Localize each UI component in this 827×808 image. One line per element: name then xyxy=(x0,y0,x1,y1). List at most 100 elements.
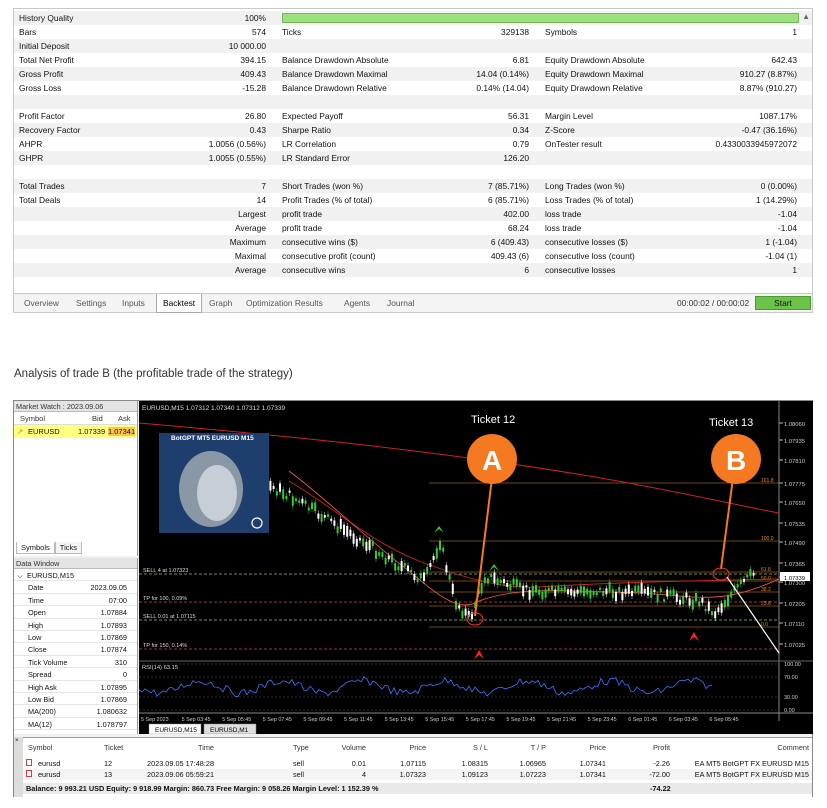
trade-col-header[interactable]: T / P xyxy=(531,743,546,752)
ticket-a-label: Ticket 12 xyxy=(471,414,515,426)
candle xyxy=(695,593,697,602)
report-label: consecutive wins xyxy=(282,265,346,275)
close-icon[interactable]: × xyxy=(15,738,19,744)
report-label: Total Deals xyxy=(19,195,61,205)
candle xyxy=(269,480,272,491)
time-label: 5 Sep 2023 xyxy=(141,717,169,723)
marker-a-text: A xyxy=(482,445,502,476)
candle xyxy=(349,529,352,537)
data-window-row: Time 07:00 xyxy=(14,594,137,607)
rsi-line xyxy=(139,676,713,698)
report-row: Recovery Factor 0.43 Sharpe Ratio 0.34 Z-Sco… xyxy=(14,123,812,137)
price-label: 1.07810 xyxy=(784,459,805,465)
chart-tab[interactable]: EURUSD,M15 xyxy=(155,727,197,734)
candle xyxy=(282,489,285,500)
trade-cell: EA MT5 BotGPT FX EURUSD M15 xyxy=(694,759,809,768)
data-window-label: Time xyxy=(28,595,44,605)
trade-cell: 2023.09.06 05:59:21 xyxy=(147,770,214,779)
tab-symbols[interactable]: Symbols xyxy=(16,542,55,554)
ticket-b-label: Ticket 13 xyxy=(709,417,753,429)
scroll-up-icon[interactable]: ▲ xyxy=(802,12,810,21)
data-window-label: High Ask xyxy=(28,682,57,692)
report-row: Largest profit trade 402.00 loss trade -1.04 xyxy=(14,207,812,221)
test-timer: 00:00:02 / 00:00:02 xyxy=(677,298,750,308)
trade-row[interactable]: eurusd 13 2023.09.06 05:59:21 sell 4 1.07323 1… xyxy=(14,769,812,780)
trade-col-header[interactable]: Ticket xyxy=(104,743,123,752)
trade-cell: 2023.09.05 17:48:28 xyxy=(147,759,214,768)
candle xyxy=(714,611,717,619)
market-watch-row-eurusd[interactable]: ↗ EURUSD 1.07339 1.07341 xyxy=(14,425,137,438)
candle xyxy=(448,574,451,580)
trade-col-header[interactable]: Type xyxy=(293,743,309,752)
trade-level-label: TP for 150, 0.14% xyxy=(143,643,187,649)
report-label: Margin Level xyxy=(545,111,593,121)
candle xyxy=(605,588,608,595)
candle xyxy=(723,600,726,608)
trade-row[interactable]: eurusd 12 2023.09.05 17:48:28 sell 0.01 1.071… xyxy=(14,758,812,769)
report-value: 6 (409.43) xyxy=(490,237,529,247)
candle xyxy=(704,608,707,611)
trade-col-header[interactable]: Price xyxy=(589,743,606,752)
marker-b-text: B xyxy=(726,445,746,476)
candle xyxy=(531,585,534,597)
report-label: Equity Drawdown Relative xyxy=(545,83,643,93)
report-value: 6.81 xyxy=(512,55,529,65)
report-value: 1 (14.29%) xyxy=(756,195,797,205)
toolbox-side-bar[interactable]: × xyxy=(14,737,23,797)
data-window-label: Tick Volume xyxy=(28,657,68,667)
candle xyxy=(439,540,441,551)
data-window-symbol[interactable]: ⌵ EURUSD,M15 xyxy=(14,569,137,582)
report-value: 1.0056 (0.56%) xyxy=(208,139,266,149)
trade-col-header[interactable]: Price xyxy=(409,743,426,752)
report-label: History Quality xyxy=(19,13,74,23)
candle xyxy=(416,579,419,583)
tab-ticks[interactable]: Ticks xyxy=(54,542,82,554)
trade-col-header[interactable]: S / L xyxy=(473,743,488,752)
trade-col-header[interactable]: Comment xyxy=(777,743,809,752)
candle xyxy=(573,591,576,597)
tab-inputs[interactable]: Inputs xyxy=(122,298,145,308)
report-label: profit trade xyxy=(282,209,323,219)
data-window-value: 1.07869 xyxy=(100,694,127,704)
start-button[interactable]: Start xyxy=(755,296,811,310)
candle xyxy=(579,585,582,594)
report-value: 8.87% (910.27) xyxy=(739,83,797,93)
trade-col-header[interactable]: Time xyxy=(198,743,214,752)
candle xyxy=(567,589,569,595)
data-window-value: 1.078797 xyxy=(96,719,127,729)
report-label: consecutive losses xyxy=(545,265,616,275)
candle xyxy=(688,598,691,606)
time-label: 5 Sep 17:45 xyxy=(466,717,495,723)
data-window-label: Close xyxy=(28,645,47,655)
trade-col-header[interactable]: Profit xyxy=(653,743,670,752)
candle xyxy=(487,578,489,584)
candle xyxy=(586,588,589,595)
chart-tab[interactable]: EURUSD,M1 xyxy=(210,727,249,734)
tab-optimization-results[interactable]: Optimization Results xyxy=(246,298,323,308)
tab-journal[interactable]: Journal xyxy=(387,298,414,308)
report-row: Total Deals 14 Profit Trades (% of total) 6… xyxy=(14,193,812,207)
time-label: 5 Sep 15:45 xyxy=(425,717,454,723)
tab-backtest[interactable]: Backtest xyxy=(156,294,203,313)
candle xyxy=(595,592,598,596)
trade-cell: 1.07223 xyxy=(519,770,546,779)
price-label: 1.07775 xyxy=(784,482,805,488)
tab-graph[interactable]: Graph xyxy=(209,298,232,308)
tab-overview[interactable]: Overview xyxy=(24,298,59,308)
fib-label: 161.8 xyxy=(761,478,774,484)
up-arrow-icon: ↗ xyxy=(17,427,24,436)
tab-settings[interactable]: Settings xyxy=(76,298,106,308)
bid-value: 1.07339 xyxy=(78,427,106,436)
tab-agents[interactable]: Agents xyxy=(344,298,370,308)
candle xyxy=(727,595,729,607)
candle xyxy=(307,507,310,511)
price-chart[interactable]: EURUSD,M15 1.07312 1.07340 1.07312 1.073… xyxy=(139,401,813,734)
trade-col-header[interactable]: Symbol xyxy=(28,743,52,752)
time-label: 5 Sep 07:45 xyxy=(263,717,292,723)
candle xyxy=(685,592,688,598)
candle xyxy=(749,568,752,577)
trade-cell: sell xyxy=(293,770,304,779)
trade-col-header[interactable]: Volume xyxy=(342,743,366,752)
data-window-panel: Data Window ⌵ EURUSD,M15 Date 2023.09.05 T… xyxy=(14,558,138,734)
report-row: Bars 574 Ticks 329138 Symbols 1 xyxy=(14,25,812,39)
